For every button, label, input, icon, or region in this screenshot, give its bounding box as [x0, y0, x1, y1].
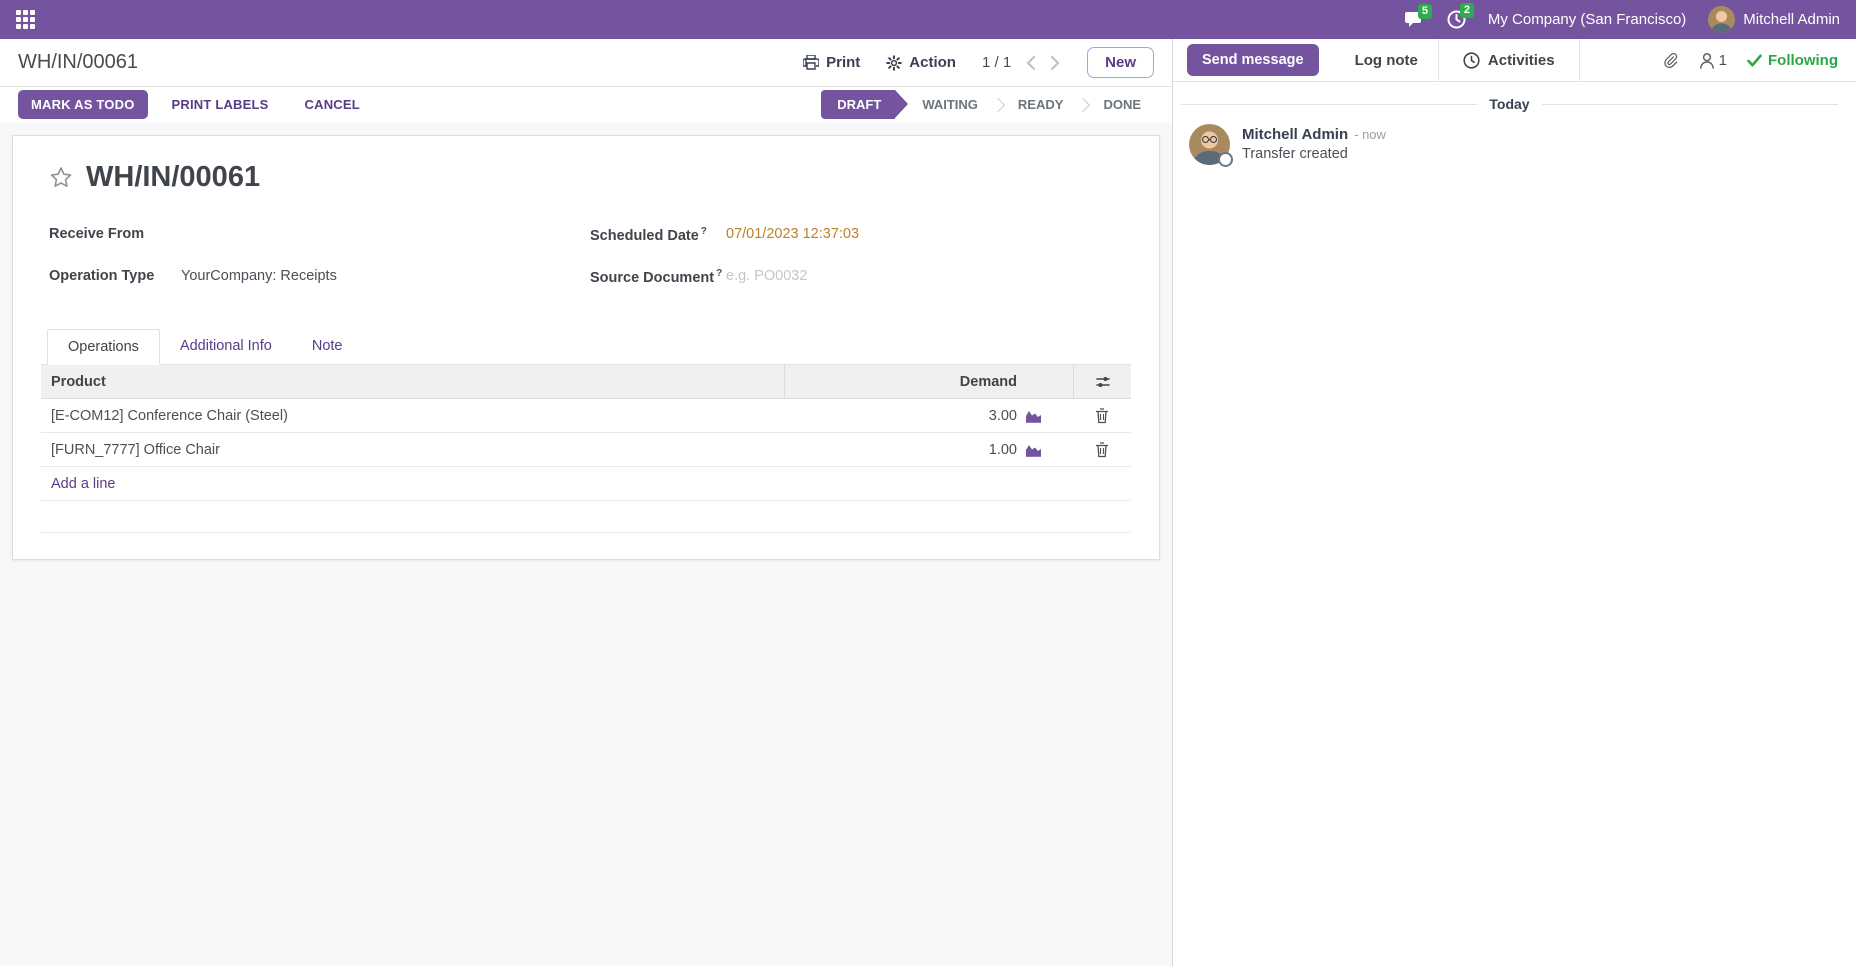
- gear-icon: [886, 54, 903, 71]
- optional-columns-icon[interactable]: [1095, 374, 1111, 390]
- forecast-chart-icon[interactable]: [1025, 408, 1042, 423]
- status-draft[interactable]: DRAFT: [821, 90, 909, 119]
- followers-count: 1: [1718, 51, 1728, 69]
- new-button[interactable]: New: [1087, 47, 1154, 78]
- source-document-label: Source Document?: [590, 268, 723, 286]
- status-separator-icon: [990, 97, 1005, 112]
- apps-menu-icon[interactable]: [16, 10, 35, 29]
- help-marker: ?: [716, 268, 723, 279]
- send-message-button[interactable]: Send message: [1187, 44, 1319, 76]
- table-row[interactable]: [FURN_7777] Office Chair 1.00: [41, 433, 1131, 467]
- printer-icon: [803, 55, 820, 70]
- user-avatar[interactable]: [1708, 6, 1736, 33]
- product-cell[interactable]: [E-COM12] Conference Chair (Steel): [41, 399, 785, 432]
- chatter-toolbar: Send message Log note Activities 1 Follo…: [1173, 39, 1856, 82]
- follower-person-icon: [1699, 52, 1714, 69]
- demand-cell[interactable]: 3.00: [785, 399, 1025, 432]
- messages-menu[interactable]: 5: [1404, 3, 1433, 29]
- delete-row-icon[interactable]: [1095, 407, 1109, 424]
- print-button[interactable]: Print: [803, 54, 860, 71]
- chatter-panel: Send message Log note Activities 1 Follo…: [1172, 39, 1856, 966]
- forecast-chart-icon[interactable]: [1025, 442, 1042, 457]
- pager-value: 1 / 1: [981, 54, 1012, 71]
- breadcrumb[interactable]: WH/IN/00061: [18, 51, 138, 74]
- field-group: Receive From Operation Type YourCompany:…: [41, 226, 1131, 310]
- date-divider-label: Today: [1489, 96, 1530, 112]
- action-menu-button[interactable]: Action: [886, 54, 956, 71]
- pager-next-icon[interactable]: [1050, 55, 1061, 71]
- check-icon: [1747, 54, 1762, 66]
- message-author[interactable]: Mitchell Admin: [1242, 126, 1348, 143]
- empty-table-row: [41, 501, 1131, 533]
- chatter-message: Mitchell Admin - now Transfer created: [1173, 122, 1856, 167]
- message-subtype-icon: [1218, 152, 1233, 167]
- mark-as-todo-button[interactable]: MARK AS TODO: [18, 90, 148, 119]
- paperclip-icon: [1663, 52, 1677, 68]
- help-marker: ?: [700, 226, 707, 237]
- scheduled-date-label: Scheduled Date?: [590, 226, 707, 244]
- message-author-avatar[interactable]: [1189, 124, 1233, 167]
- log-note-button[interactable]: Log note: [1335, 39, 1438, 81]
- pager-previous-icon[interactable]: [1025, 55, 1036, 71]
- source-document-field[interactable]: e.g. PO0032: [726, 268, 807, 288]
- status-pipeline: DRAFT WAITING READY DONE: [821, 90, 1154, 119]
- product-cell[interactable]: [FURN_7777] Office Chair: [41, 433, 785, 466]
- demand-cell[interactable]: 1.00: [785, 433, 1025, 466]
- followers-button[interactable]: 1: [1699, 52, 1727, 69]
- action-label: Action: [909, 54, 956, 71]
- operation-type-field[interactable]: YourCompany: Receipts: [181, 268, 337, 288]
- message-timestamp: - now: [1354, 127, 1386, 142]
- form-sheet: WH/IN/00061 Receive From Operation Type …: [12, 135, 1160, 560]
- status-separator-icon: [1076, 97, 1091, 112]
- activities-button[interactable]: Activities: [1437, 39, 1580, 81]
- status-done[interactable]: DONE: [1090, 90, 1154, 119]
- form-view-pane: WH/IN/00061 Print Action 1 / 1 New MARK …: [0, 39, 1172, 966]
- print-label: Print: [826, 54, 861, 71]
- user-menu[interactable]: Mitchell Admin: [1743, 11, 1840, 28]
- operations-table: Product Demand [E-COM12] Conference Chai…: [41, 365, 1131, 533]
- activities-badge: 2: [1459, 3, 1475, 19]
- control-panel: WH/IN/00061 Print Action 1 / 1 New: [0, 39, 1172, 87]
- message-body: Transfer created: [1242, 146, 1348, 162]
- pager: 1 / 1: [982, 54, 1061, 71]
- top-navbar: 5 2 My Company (San Francisco) Mitchell …: [0, 0, 1856, 39]
- demand-column-header[interactable]: Demand: [785, 365, 1025, 398]
- tab-additional-info[interactable]: Additional Info: [160, 329, 292, 365]
- delete-row-icon[interactable]: [1095, 441, 1109, 458]
- product-column-header[interactable]: Product: [41, 365, 785, 398]
- table-row[interactable]: [E-COM12] Conference Chair (Steel) 3.00: [41, 399, 1131, 433]
- add-line-row: Add a line: [41, 467, 1131, 501]
- activity-clock-icon: [1463, 51, 1480, 69]
- status-button-bar: MARK AS TODO PRINT LABELS CANCEL DRAFT W…: [0, 87, 1172, 122]
- sheet-background: WH/IN/00061 Receive From Operation Type …: [0, 122, 1172, 966]
- favorite-star-icon[interactable]: [49, 166, 73, 189]
- receive-from-label: Receive From: [49, 226, 145, 242]
- messages-badge: 5: [1417, 3, 1433, 19]
- notebook-tabs: Operations Additional Info Note: [41, 328, 1131, 365]
- tab-operations[interactable]: Operations: [47, 329, 160, 365]
- add-a-line-link[interactable]: Add a line: [51, 476, 116, 492]
- operation-type-label: Operation Type: [49, 268, 155, 284]
- scheduled-date-field[interactable]: 07/01/2023 12:37:03: [726, 226, 859, 246]
- date-divider: Today: [1181, 96, 1839, 112]
- print-labels-button[interactable]: PRINT LABELS: [160, 90, 281, 119]
- status-ready[interactable]: READY: [1005, 90, 1077, 119]
- following-button[interactable]: Following: [1747, 52, 1838, 69]
- attach-files-button[interactable]: [1661, 51, 1679, 70]
- table-header-row: Product Demand: [41, 365, 1131, 399]
- cancel-button[interactable]: CANCEL: [293, 90, 372, 119]
- status-waiting[interactable]: WAITING: [909, 90, 991, 119]
- company-switcher[interactable]: My Company (San Francisco): [1488, 11, 1686, 28]
- record-title[interactable]: WH/IN/00061: [86, 161, 260, 194]
- tab-note[interactable]: Note: [292, 329, 363, 365]
- activities-menu[interactable]: 2: [1447, 3, 1475, 29]
